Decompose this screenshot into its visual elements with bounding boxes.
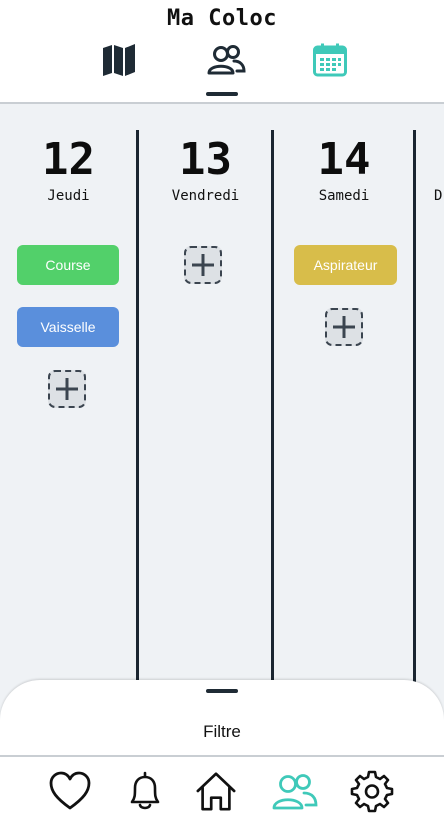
gear-icon[interactable]	[350, 769, 394, 813]
map-icon[interactable]	[99, 40, 139, 80]
plus-icon	[56, 378, 78, 400]
day-name: Jeudi	[47, 188, 90, 204]
users-icon[interactable]	[271, 769, 319, 813]
plus-icon	[192, 254, 214, 276]
bottom-nav	[0, 755, 444, 821]
top-header: Ma Coloc	[0, 0, 444, 104]
day-column: 12 Jeudi Course Vaisselle	[0, 104, 137, 704]
calendar-icon[interactable]	[310, 40, 350, 80]
day-columns: 12 Jeudi Course Vaisselle 13 Vendredi 14…	[0, 104, 444, 704]
task-chip[interactable]: Vaisselle	[17, 307, 119, 347]
day-column: 13 Vendredi	[139, 104, 272, 704]
day-name: Vendredi	[171, 188, 240, 204]
sheet-handle[interactable]	[206, 689, 238, 693]
day-column: 14 Samedi Aspirateur	[274, 104, 414, 704]
day-name: Samedi	[318, 188, 370, 204]
bell-icon[interactable]	[123, 769, 167, 813]
day-name: D	[434, 188, 443, 204]
day-number: 13	[179, 134, 232, 185]
task-chip[interactable]: Aspirateur	[294, 245, 397, 285]
add-task-button[interactable]	[325, 308, 363, 346]
home-icon[interactable]	[194, 769, 238, 813]
filter-sheet[interactable]: Filtre	[0, 680, 444, 760]
plus-icon	[333, 316, 355, 338]
users-icon[interactable]	[206, 40, 246, 80]
task-chip[interactable]: Course	[17, 245, 119, 285]
day-number: 14	[317, 134, 371, 185]
day-column: D	[416, 104, 444, 704]
active-tab-indicator	[206, 92, 238, 96]
filter-label: Filtre	[203, 722, 241, 741]
heart-icon[interactable]	[48, 769, 92, 813]
day-number: 12	[42, 134, 95, 185]
add-task-button[interactable]	[48, 370, 86, 408]
app-title: Ma Coloc	[167, 6, 277, 31]
add-task-button[interactable]	[184, 246, 222, 284]
